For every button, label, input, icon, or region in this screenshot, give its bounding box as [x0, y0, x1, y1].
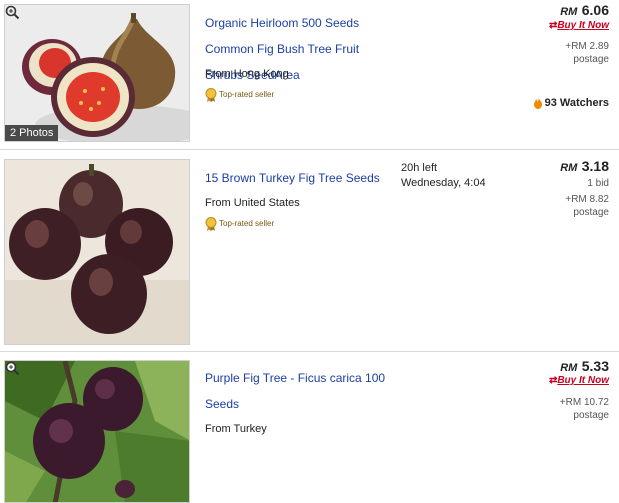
listing-2-postage: +RM 8.82 postage: [565, 193, 609, 219]
currency-label: RM: [560, 162, 578, 174]
top-rated-label: Top-rated seller: [219, 219, 275, 229]
listing-3-postage: +RM 10.72 postage: [560, 396, 609, 422]
top-rated-label: Top-rated seller: [219, 90, 275, 100]
magnifier-icon[interactable]: [5, 5, 20, 20]
price-value: 6.06: [581, 2, 609, 18]
flame-icon: [533, 97, 542, 110]
listing-2-thumbnail[interactable]: [4, 159, 190, 345]
postage-label: postage: [573, 410, 609, 421]
price-value: 3.18: [581, 158, 609, 174]
postage-value: +RM 8.82: [565, 194, 609, 205]
time-left-value: 20h left: [401, 162, 438, 174]
listing-3-thumbnail[interactable]: [4, 360, 190, 503]
listing-3-title-link[interactable]: Purple Fig Tree - Ficus carica 100 Seeds: [205, 365, 395, 417]
currency-label: RM: [560, 362, 578, 374]
listing-3-location: From Turkey: [205, 423, 267, 435]
listing-3-buy-it-now-badge: ⇄Buy It Now: [548, 375, 609, 386]
postage-value: +RM 2.89: [565, 41, 609, 52]
purple-figs-image: [5, 361, 189, 502]
listing-1-buy-it-now-badge: ⇄Buy It Now: [548, 20, 609, 31]
listing-1-top-rated: Top-rated seller: [205, 88, 274, 102]
fig-halves-image: [5, 5, 189, 141]
postage-label: postage: [573, 207, 609, 218]
price-value: 5.33: [581, 358, 609, 374]
listing-1-location: From Hong Kong: [205, 68, 289, 80]
top-rated-medal-icon: [205, 88, 217, 102]
listing-2-top-rated: Top-rated seller: [205, 217, 274, 231]
end-time: Wednesday, 4:04: [401, 177, 486, 189]
listing-2-location: From United States: [205, 197, 300, 209]
listing-2-price: RM 3.18: [560, 158, 609, 176]
listing-1-thumbnail[interactable]: 2 Photos: [4, 4, 190, 142]
postage-label: postage: [573, 54, 609, 65]
watchers-count: 93 Watchers: [544, 97, 609, 109]
postage-value: +RM 10.72: [559, 397, 609, 408]
listing-2-title-link[interactable]: 15 Brown Turkey Fig Tree Seeds: [205, 165, 395, 191]
listing-1-postage: +RM 2.89 postage: [565, 40, 609, 66]
top-rated-medal-icon: [205, 217, 217, 231]
listing-1-watchers: 93 Watchers: [533, 97, 609, 110]
listing-3-price: RM 5.33: [560, 358, 609, 376]
listing-1-price: RM 6.06: [560, 2, 609, 20]
listing-3: Purple Fig Tree - Ficus carica 100 Seeds…: [0, 352, 619, 503]
listing-2-time-left: 20h left Wednesday, 4:04: [401, 161, 486, 191]
photo-count-badge[interactable]: 2 Photos: [5, 125, 59, 141]
currency-label: RM: [560, 6, 578, 18]
brown-figs-image: [5, 160, 189, 344]
listing-2: 15 Brown Turkey Fig Tree Seeds From Unit…: [0, 150, 619, 350]
listing-2-bids: 1 bid: [587, 178, 609, 189]
magnifier-icon[interactable]: [5, 361, 20, 376]
listing-1: 2 Photos Organic Heirloom 500 Seeds Comm…: [0, 0, 619, 148]
